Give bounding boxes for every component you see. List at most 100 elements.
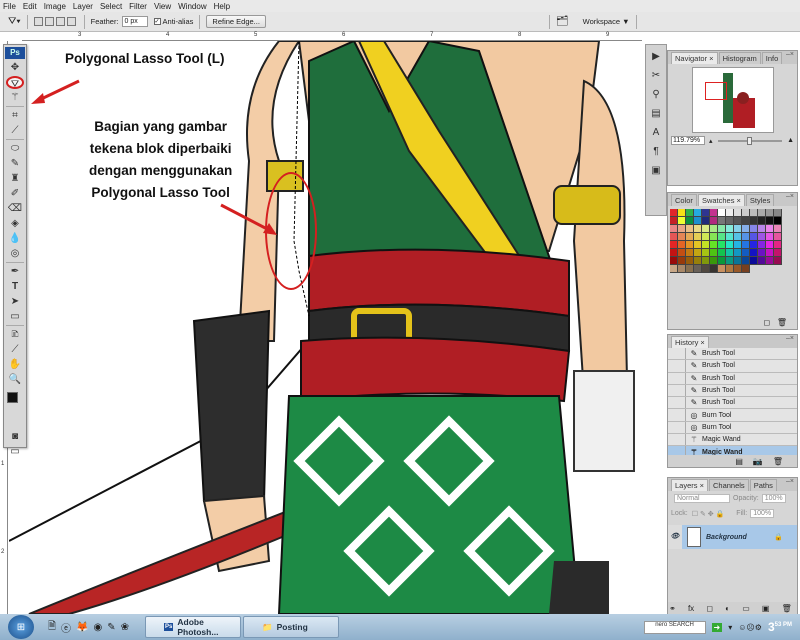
swatch[interactable]: [758, 217, 766, 225]
navigator-thumbnail[interactable]: [691, 67, 774, 133]
swatch[interactable]: [686, 257, 694, 265]
swatch[interactable]: [766, 225, 774, 233]
antialias-checkbox[interactable]: ✓: [153, 18, 161, 25]
brushes-icon[interactable]: ▣: [648, 164, 664, 178]
swatch[interactable]: [694, 225, 702, 233]
swatch[interactable]: [742, 249, 750, 257]
swatch[interactable]: [774, 257, 782, 265]
history-brush-tool-icon[interactable]: ✐: [6, 187, 24, 200]
swatch[interactable]: [710, 233, 718, 241]
paint-bucket-tool-icon[interactable]: ◈: [6, 217, 24, 230]
crop-tool-icon[interactable]: ⌗: [6, 109, 24, 122]
swatch[interactable]: [678, 265, 686, 273]
swatch[interactable]: [758, 225, 766, 233]
swatch[interactable]: [710, 249, 718, 257]
feather-input[interactable]: 0 px: [121, 16, 148, 27]
swatch[interactable]: [742, 265, 750, 273]
actions-icon[interactable]: ▶: [648, 50, 664, 64]
swatch[interactable]: [742, 233, 750, 241]
swatch[interactable]: [766, 217, 774, 225]
swatch[interactable]: [758, 257, 766, 265]
menu-filter[interactable]: Filter: [129, 2, 147, 11]
link-layers-icon[interactable]: ⚭: [669, 604, 676, 613]
swatch[interactable]: [702, 217, 710, 225]
workspace-button[interactable]: Workspace ▼: [583, 17, 630, 26]
history-item[interactable]: ◎ Burn Tool: [668, 409, 797, 422]
brush-tool-icon[interactable]: ✎: [6, 157, 24, 170]
swatch[interactable]: [734, 249, 742, 257]
swatch[interactable]: [710, 225, 718, 233]
swatch[interactable]: [694, 257, 702, 265]
swatch[interactable]: [702, 249, 710, 257]
swatch[interactable]: [670, 233, 678, 241]
swatch[interactable]: [734, 233, 742, 241]
opacity-input[interactable]: 100%: [761, 494, 786, 503]
tab-navigator[interactable]: Navigator ×: [671, 52, 718, 64]
swatch[interactable]: [734, 257, 742, 265]
swatch[interactable]: [670, 217, 678, 225]
chrome-icon[interactable]: ◉: [94, 622, 103, 633]
swatch[interactable]: [750, 249, 758, 257]
new-swatch-icon[interactable]: ◻: [764, 318, 771, 327]
tray-icons[interactable]: ☺☹⚙: [738, 623, 762, 632]
history-snapshot-box[interactable]: [668, 384, 686, 397]
menu-image[interactable]: Image: [44, 2, 66, 11]
swatch[interactable]: [718, 249, 726, 257]
swatch[interactable]: [734, 265, 742, 273]
panel-menu-icon[interactable]: –×: [786, 193, 794, 200]
history-item[interactable]: ◎ Burn Tool: [668, 421, 797, 435]
swatch[interactable]: [702, 241, 710, 249]
swatch[interactable]: [670, 209, 678, 217]
swatch[interactable]: [774, 233, 782, 241]
hand-tool-icon[interactable]: ✋: [6, 358, 24, 371]
swatch[interactable]: [726, 209, 734, 217]
quicklaunch-icon[interactable]: 🗎: [48, 619, 56, 636]
panel-menu-icon[interactable]: –×: [786, 335, 794, 342]
swatch[interactable]: [750, 225, 758, 233]
pen-tool-icon[interactable]: ✒: [6, 265, 24, 278]
swatch-grid[interactable]: [670, 209, 795, 273]
eyedropper-tool-icon[interactable]: ⟋: [6, 124, 24, 137]
panel-menu-icon[interactable]: –×: [786, 51, 794, 58]
layer-row-background[interactable]: 👁 Background 🔒: [668, 525, 797, 549]
swatch[interactable]: [734, 241, 742, 249]
tab-histogram[interactable]: Histogram: [718, 52, 761, 64]
swatch[interactable]: [694, 209, 702, 217]
swatch[interactable]: [726, 257, 734, 265]
swatch[interactable]: [758, 233, 766, 241]
swatch[interactable]: [758, 209, 766, 217]
swatch[interactable]: [718, 217, 726, 225]
swatch[interactable]: [670, 249, 678, 257]
eraser-tool-icon[interactable]: ⌫: [6, 202, 24, 215]
swatch[interactable]: [678, 249, 686, 257]
menu-file[interactable]: File: [3, 2, 16, 11]
swatch[interactable]: [774, 209, 782, 217]
history-item[interactable]: ✎ Brush Tool: [668, 372, 797, 385]
navigator-view-box[interactable]: [704, 82, 727, 100]
panel-menu-icon[interactable]: –×: [786, 478, 794, 485]
swatch[interactable]: [702, 209, 710, 217]
swatch[interactable]: [694, 217, 702, 225]
history-snapshot-box[interactable]: [668, 409, 686, 421]
swatch[interactable]: [702, 265, 710, 273]
new-document-from-state-icon[interactable]: ▤: [735, 457, 743, 466]
swatch[interactable]: [710, 257, 718, 265]
menu-layer[interactable]: Layer: [73, 2, 93, 11]
swatch[interactable]: [686, 209, 694, 217]
swatch[interactable]: [702, 233, 710, 241]
tab-info[interactable]: Info: [761, 52, 783, 64]
swatch[interactable]: [686, 217, 694, 225]
swatch[interactable]: [734, 217, 742, 225]
tab-styles[interactable]: Styles: [745, 194, 775, 206]
swatch[interactable]: [678, 217, 686, 225]
swatch[interactable]: [678, 241, 686, 249]
swatch[interactable]: [742, 217, 750, 225]
swatch[interactable]: [718, 265, 726, 273]
move-tool-icon[interactable]: ✥: [6, 61, 24, 74]
swatch[interactable]: [742, 241, 750, 249]
history-item[interactable]: ✎ Brush Tool: [668, 397, 797, 410]
stamp-tool-icon[interactable]: ♜: [6, 172, 24, 185]
swatch[interactable]: [678, 225, 686, 233]
tab-channels[interactable]: Channels: [708, 479, 749, 491]
swatch[interactable]: [766, 233, 774, 241]
